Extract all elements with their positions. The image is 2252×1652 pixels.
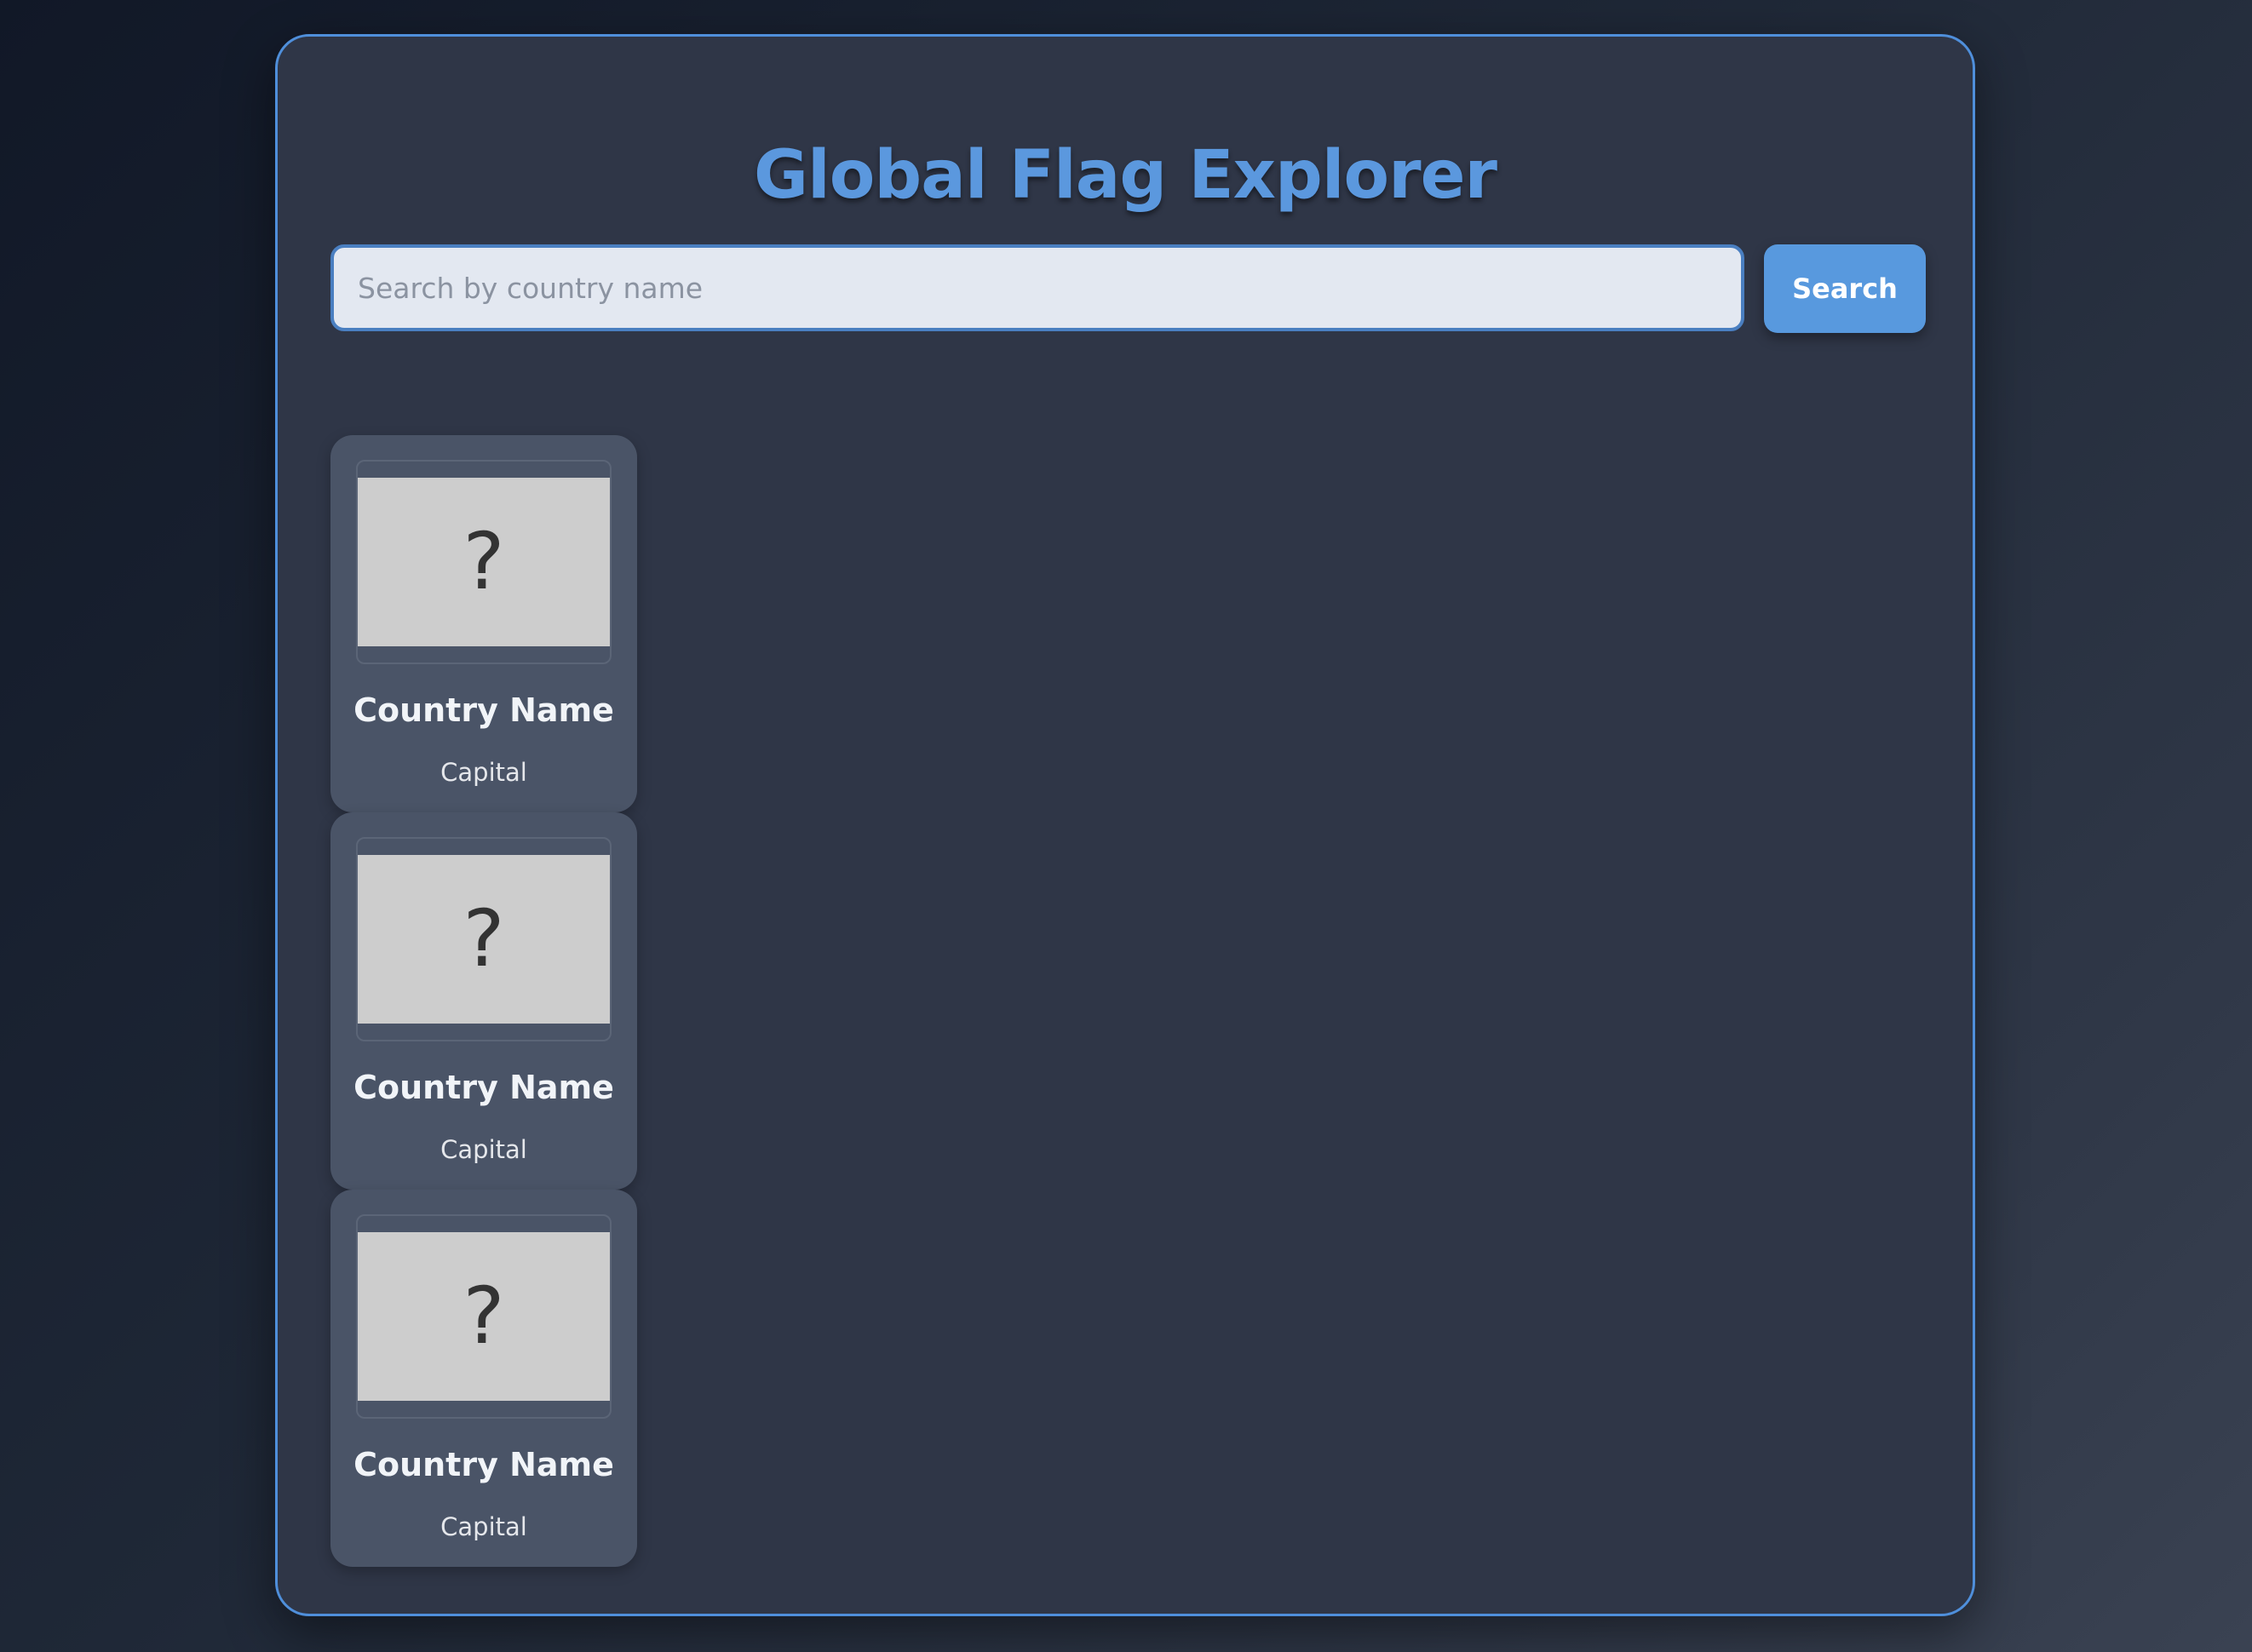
flag-frame: ?: [356, 837, 612, 1041]
flag-placeholder-icon: ?: [358, 855, 610, 1024]
country-card[interactable]: ? Country Name Capital: [330, 1190, 637, 1567]
country-name: Country Name: [353, 1069, 614, 1106]
flag-placeholder-icon: ?: [358, 1232, 610, 1401]
search-input[interactable]: [330, 244, 1744, 331]
flag-frame: ?: [356, 1214, 612, 1419]
page-title: Global Flag Explorer: [754, 137, 1497, 214]
country-capital: Capital: [440, 1512, 527, 1541]
flag-frame: ?: [356, 460, 612, 664]
search-button[interactable]: Search: [1764, 244, 1926, 333]
app-container: Global Flag Explorer Search ? Country Na…: [275, 34, 1975, 1616]
country-name: Country Name: [353, 691, 614, 729]
country-capital: Capital: [440, 758, 527, 787]
country-card[interactable]: ? Country Name Capital: [330, 435, 637, 812]
country-card[interactable]: ? Country Name Capital: [330, 812, 637, 1190]
flag-placeholder-icon: ?: [358, 478, 610, 646]
country-name: Country Name: [353, 1446, 614, 1483]
country-list: ? Country Name Capital ? Country Name Ca…: [330, 435, 637, 1567]
country-capital: Capital: [440, 1135, 527, 1164]
